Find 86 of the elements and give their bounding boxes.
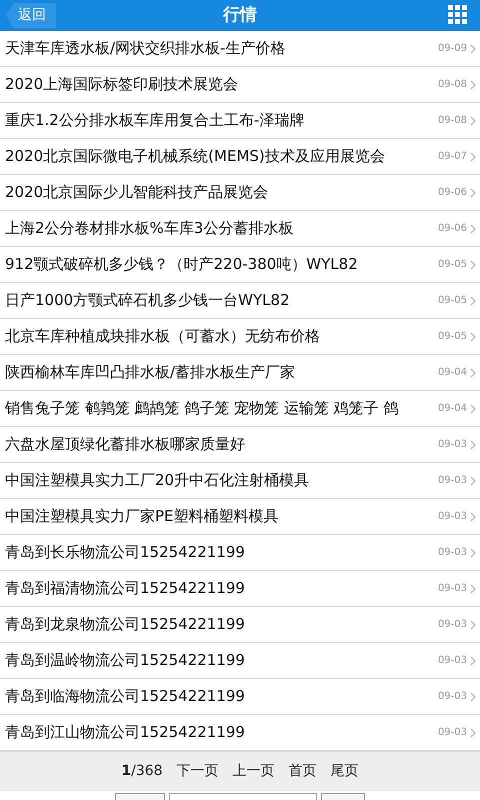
page-count: 1/368 (121, 762, 163, 781)
news-title: 北京车库种植成块排水板（可蓄水）无纺布价格 (5, 326, 321, 348)
pager-link[interactable]: 上一页 (232, 761, 275, 782)
news-title: 中国注塑模具实力工厂20升中石化注射桶模具 (5, 470, 310, 492)
chevron-icon (470, 152, 476, 162)
news-row[interactable]: 陕西榆林车库凹凸排水板/蓄排水板生产厂家 09-04 (0, 355, 480, 391)
chevron-icon (470, 620, 476, 630)
chevron-icon (470, 656, 476, 666)
news-title: 上海2公分卷材排水板%车库3公分蓄排水板 (5, 218, 294, 240)
news-date: 09-03 (438, 726, 467, 740)
news-row[interactable]: 912颚式破碎机多少钱？（时产220-380吨）WYL82 09-05 (0, 247, 480, 283)
chevron-icon (470, 296, 476, 306)
news-date: 09-03 (438, 546, 467, 560)
chevron-icon (470, 440, 476, 450)
news-title: 重庆1.2公分排水板车库用复合土工布-泽瑞牌 (5, 110, 306, 132)
news-row[interactable]: 2020北京国际微电子机械系统(MEMS)技术及应用展览会 09-07 (0, 139, 480, 175)
news-date: 09-09 (438, 42, 467, 56)
news-row[interactable]: 青岛到龙泉物流公司15254221199 09-03 (0, 607, 480, 643)
news-row[interactable]: 青岛到临海物流公司15254221199 09-03 (0, 679, 480, 715)
chevron-icon (470, 224, 476, 234)
chevron-icon (470, 368, 476, 378)
chevron-icon (470, 260, 476, 270)
news-title: 销售兔子笼 鹌鹑笼 鹧鸪笼 鸽子笼 宠物笼 运输笼 鸡笼子 鸽 (5, 398, 400, 420)
news-title: 天津车库透水板/网状交织排水板-生产价格 (5, 38, 286, 60)
news-title: 青岛到临海物流公司15254221199 (5, 686, 246, 708)
news-title: 青岛到福清物流公司15254221199 (5, 578, 246, 600)
news-date: 09-03 (438, 474, 467, 488)
news-title: 2020上海国际标签印刷技术展览会 (5, 74, 240, 96)
pager-link[interactable]: 首页 (288, 761, 317, 782)
news-title: 青岛到江山物流公司15254221199 (5, 722, 246, 744)
news-row[interactable]: 中国注塑模具实力厂家PE塑料桶塑料模具 09-03 (0, 499, 480, 535)
news-row[interactable]: 北京车库种植成块排水板（可蓄水）无纺布价格 09-05 (0, 319, 480, 355)
news-row[interactable]: 上海2公分卷材排水板%车库3公分蓄排水板 09-06 (0, 211, 480, 247)
news-date: 09-05 (438, 330, 467, 344)
page-title: 行情 (223, 4, 257, 27)
news-row[interactable]: 六盘水屋顶绿化蓄排水板哪家质量好 09-03 (0, 427, 480, 463)
news-title: 青岛到温岭物流公司15254221199 (5, 650, 246, 672)
news-title: 青岛到长乐物流公司15254221199 (5, 542, 246, 564)
menu-grid-icon[interactable] (448, 5, 468, 25)
news-title: 2020北京国际微电子机械系统(MEMS)技术及应用展览会 (5, 146, 386, 168)
news-row[interactable]: 青岛到福清物流公司15254221199 09-03 (0, 571, 480, 607)
chevron-icon (470, 548, 476, 558)
news-date: 09-03 (438, 690, 467, 704)
news-row[interactable]: 日产1000方颚式碎石机多少钱一台WYL82 09-05 (0, 283, 480, 319)
news-title: 中国注塑模具实力厂家PE塑料桶塑料模具 (5, 506, 280, 528)
news-date: 09-05 (438, 258, 467, 272)
news-date: 09-06 (438, 222, 467, 236)
news-row[interactable]: 青岛到温岭物流公司15254221199 09-03 (0, 643, 480, 679)
chevron-icon (470, 116, 476, 126)
news-row[interactable]: 中国注塑模具实力工厂20升中石化注射桶模具 09-03 (0, 463, 480, 499)
news-date: 09-08 (438, 114, 467, 128)
news-title: 日产1000方颚式碎石机多少钱一台WYL82 (5, 290, 291, 312)
chevron-icon (470, 476, 476, 486)
news-date: 09-03 (438, 582, 467, 596)
news-row[interactable]: 重庆1.2公分排水板车库用复合土工布-泽瑞牌 09-08 (0, 103, 480, 139)
news-row[interactable]: 2020北京国际少儿智能科技产品展览会 09-06 (0, 175, 480, 211)
chevron-icon (470, 584, 476, 594)
news-date: 09-07 (438, 150, 467, 164)
news-title: 912颚式破碎机多少钱？（时产220-380吨）WYL82 (5, 254, 359, 276)
news-date: 09-06 (438, 186, 467, 200)
news-date: 09-03 (438, 618, 467, 632)
news-title: 六盘水屋顶绿化蓄排水板哪家质量好 (5, 434, 246, 456)
chevron-icon (470, 512, 476, 522)
news-title: 青岛到龙泉物流公司15254221199 (5, 614, 246, 636)
news-date: 09-04 (438, 402, 467, 416)
pager-link[interactable]: 下一页 (176, 761, 219, 782)
news-row[interactable]: 青岛到长乐物流公司15254221199 09-03 (0, 535, 480, 571)
chevron-icon (470, 692, 476, 702)
news-row[interactable]: 销售兔子笼 鹌鹑笼 鹧鸪笼 鸽子笼 宠物笼 运输笼 鸡笼子 鸽 09-04 (0, 391, 480, 427)
news-date: 09-03 (438, 438, 467, 452)
news-title: 2020北京国际少儿智能科技产品展览会 (5, 182, 270, 204)
chevron-icon (470, 332, 476, 342)
news-date: 09-04 (438, 366, 467, 380)
pager-link[interactable]: 尾页 (330, 761, 359, 782)
chevron-icon (470, 404, 476, 414)
chevron-icon (470, 728, 476, 738)
chevron-icon (470, 44, 476, 54)
news-row[interactable]: 2020上海国际标签印刷技术展览会 09-08 (0, 67, 480, 103)
news-date: 09-08 (438, 78, 467, 92)
chevron-icon (470, 188, 476, 198)
news-title: 陕西榆林车库凹凸排水板/蓄排水板生产厂家 (5, 362, 296, 384)
news-date: 09-05 (438, 294, 467, 308)
chevron-icon (470, 80, 476, 90)
news-date: 09-03 (438, 510, 467, 524)
news-date: 09-03 (438, 654, 467, 668)
news-row[interactable]: 天津车库透水板/网状交织排水板-生产价格 09-09 (0, 31, 480, 67)
